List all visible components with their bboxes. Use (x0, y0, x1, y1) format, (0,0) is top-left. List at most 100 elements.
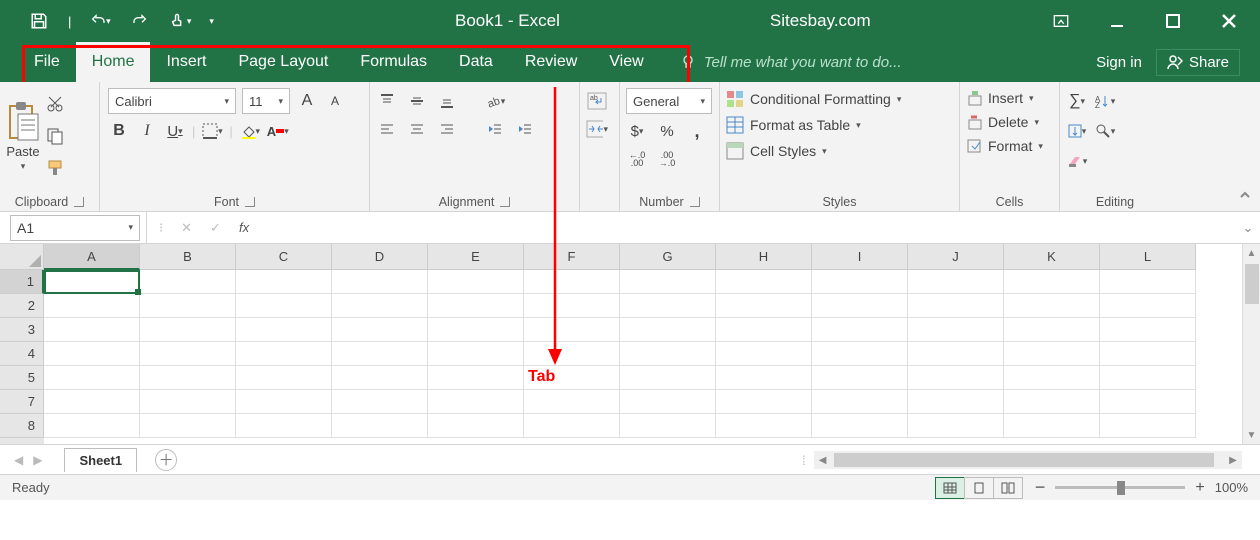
cell[interactable] (236, 414, 332, 438)
cell[interactable] (524, 318, 620, 342)
cell[interactable] (1004, 366, 1100, 390)
cancel-x-icon[interactable]: ✕ (181, 220, 192, 236)
view-page-layout-icon[interactable] (964, 477, 994, 499)
clear-icon[interactable]: ▾ (1066, 150, 1088, 172)
save-icon[interactable] (28, 10, 50, 32)
cell[interactable] (44, 390, 140, 414)
cell[interactable] (332, 414, 428, 438)
cell[interactable] (236, 294, 332, 318)
sheet-nav-next-icon[interactable]: ▶ (33, 453, 42, 467)
cell[interactable] (812, 270, 908, 294)
italic-button[interactable]: I (136, 120, 158, 142)
cells-area[interactable] (44, 270, 1196, 444)
tab-formulas[interactable]: Formulas (344, 42, 443, 82)
cell[interactable] (812, 342, 908, 366)
delete-cells-button[interactable]: Delete▾ (966, 114, 1053, 130)
number-launcher-icon[interactable] (690, 197, 700, 207)
minimize-icon[interactable] (1106, 10, 1128, 32)
sheet-tab-1[interactable]: Sheet1 (64, 448, 137, 472)
cell[interactable] (332, 366, 428, 390)
tab-home[interactable]: Home (76, 42, 151, 82)
fill-color-icon[interactable]: ▾ (239, 120, 261, 142)
align-middle-icon[interactable] (406, 90, 428, 112)
hsplit-handle[interactable]: ⁞ (802, 453, 808, 468)
column-header[interactable]: D (332, 244, 428, 270)
hscroll-thumb[interactable] (834, 453, 1214, 467)
font-color-icon[interactable]: A▾ (267, 120, 289, 142)
undo-icon[interactable]: ▾ (89, 10, 111, 32)
cell[interactable] (1004, 342, 1100, 366)
percent-format-icon[interactable]: % (656, 120, 678, 142)
formula-input[interactable] (269, 215, 1236, 241)
cut-icon[interactable] (44, 93, 66, 115)
cell[interactable] (44, 342, 140, 366)
column-header[interactable]: E (428, 244, 524, 270)
wrap-text-icon[interactable]: ab (586, 90, 608, 112)
increase-indent-icon[interactable] (514, 118, 536, 140)
cell[interactable] (1004, 318, 1100, 342)
vertical-scrollbar[interactable]: ▲ ▼ (1242, 244, 1260, 444)
cell[interactable] (908, 318, 1004, 342)
cell[interactable] (44, 294, 140, 318)
cell[interactable] (620, 342, 716, 366)
cell[interactable] (1100, 414, 1196, 438)
cell[interactable] (716, 366, 812, 390)
cell[interactable] (620, 318, 716, 342)
cell[interactable] (524, 342, 620, 366)
sign-in-link[interactable]: Sign in (1096, 54, 1142, 71)
redo-icon[interactable] (129, 10, 151, 32)
zoom-slider[interactable] (1055, 486, 1185, 489)
cell[interactable] (332, 270, 428, 294)
cell[interactable] (1004, 294, 1100, 318)
select-all-button[interactable] (0, 244, 44, 270)
copy-icon[interactable] (44, 125, 66, 147)
cell[interactable] (44, 318, 140, 342)
find-select-icon[interactable]: ▾ (1094, 120, 1116, 142)
cell[interactable] (1004, 270, 1100, 294)
row-header[interactable]: 1 (0, 270, 44, 294)
qat-customize-icon[interactable]: ▾ (209, 16, 214, 27)
cell-styles-button[interactable]: Cell Styles▾ (726, 142, 953, 160)
cell[interactable] (332, 342, 428, 366)
hscroll-right-icon[interactable]: ▶ (1224, 451, 1242, 469)
fill-handle[interactable] (135, 289, 141, 295)
maximize-icon[interactable] (1162, 10, 1184, 32)
cell[interactable] (716, 294, 812, 318)
cell[interactable] (812, 318, 908, 342)
cell[interactable] (716, 318, 812, 342)
hscroll-left-icon[interactable]: ◀ (814, 451, 832, 469)
align-right-icon[interactable] (436, 118, 458, 140)
cell[interactable] (428, 366, 524, 390)
cell[interactable] (140, 414, 236, 438)
fill-icon[interactable]: ▾ (1066, 120, 1088, 142)
column-header[interactable]: L (1100, 244, 1196, 270)
tab-data[interactable]: Data (443, 42, 509, 82)
format-as-table-button[interactable]: Format as Table▾ (726, 116, 953, 134)
decrease-indent-icon[interactable] (484, 118, 506, 140)
scroll-up-icon[interactable]: ▲ (1243, 244, 1260, 262)
column-header[interactable]: K (1004, 244, 1100, 270)
cell[interactable] (236, 318, 332, 342)
cell[interactable] (140, 294, 236, 318)
number-format-combo[interactable]: General▾ (626, 88, 712, 114)
cell[interactable] (44, 414, 140, 438)
orientation-icon[interactable]: ab▾ (484, 90, 506, 112)
align-top-icon[interactable] (376, 90, 398, 112)
cell[interactable] (428, 294, 524, 318)
cell[interactable] (332, 390, 428, 414)
cell[interactable] (428, 390, 524, 414)
row-header[interactable]: 8 (0, 414, 44, 438)
touch-mode-icon[interactable]: ▾ (169, 10, 191, 32)
cell[interactable] (1100, 270, 1196, 294)
view-page-break-icon[interactable] (993, 477, 1023, 499)
paste-button[interactable]: Paste ▾ (6, 100, 40, 172)
cell[interactable] (332, 294, 428, 318)
insert-function-icon[interactable]: fx (239, 220, 249, 235)
cell[interactable] (428, 270, 524, 294)
vscroll-thumb[interactable] (1245, 264, 1259, 304)
cell[interactable] (716, 342, 812, 366)
cell[interactable] (524, 270, 620, 294)
cell[interactable] (236, 390, 332, 414)
cell[interactable] (1100, 318, 1196, 342)
ribbon-display-icon[interactable] (1050, 10, 1072, 32)
